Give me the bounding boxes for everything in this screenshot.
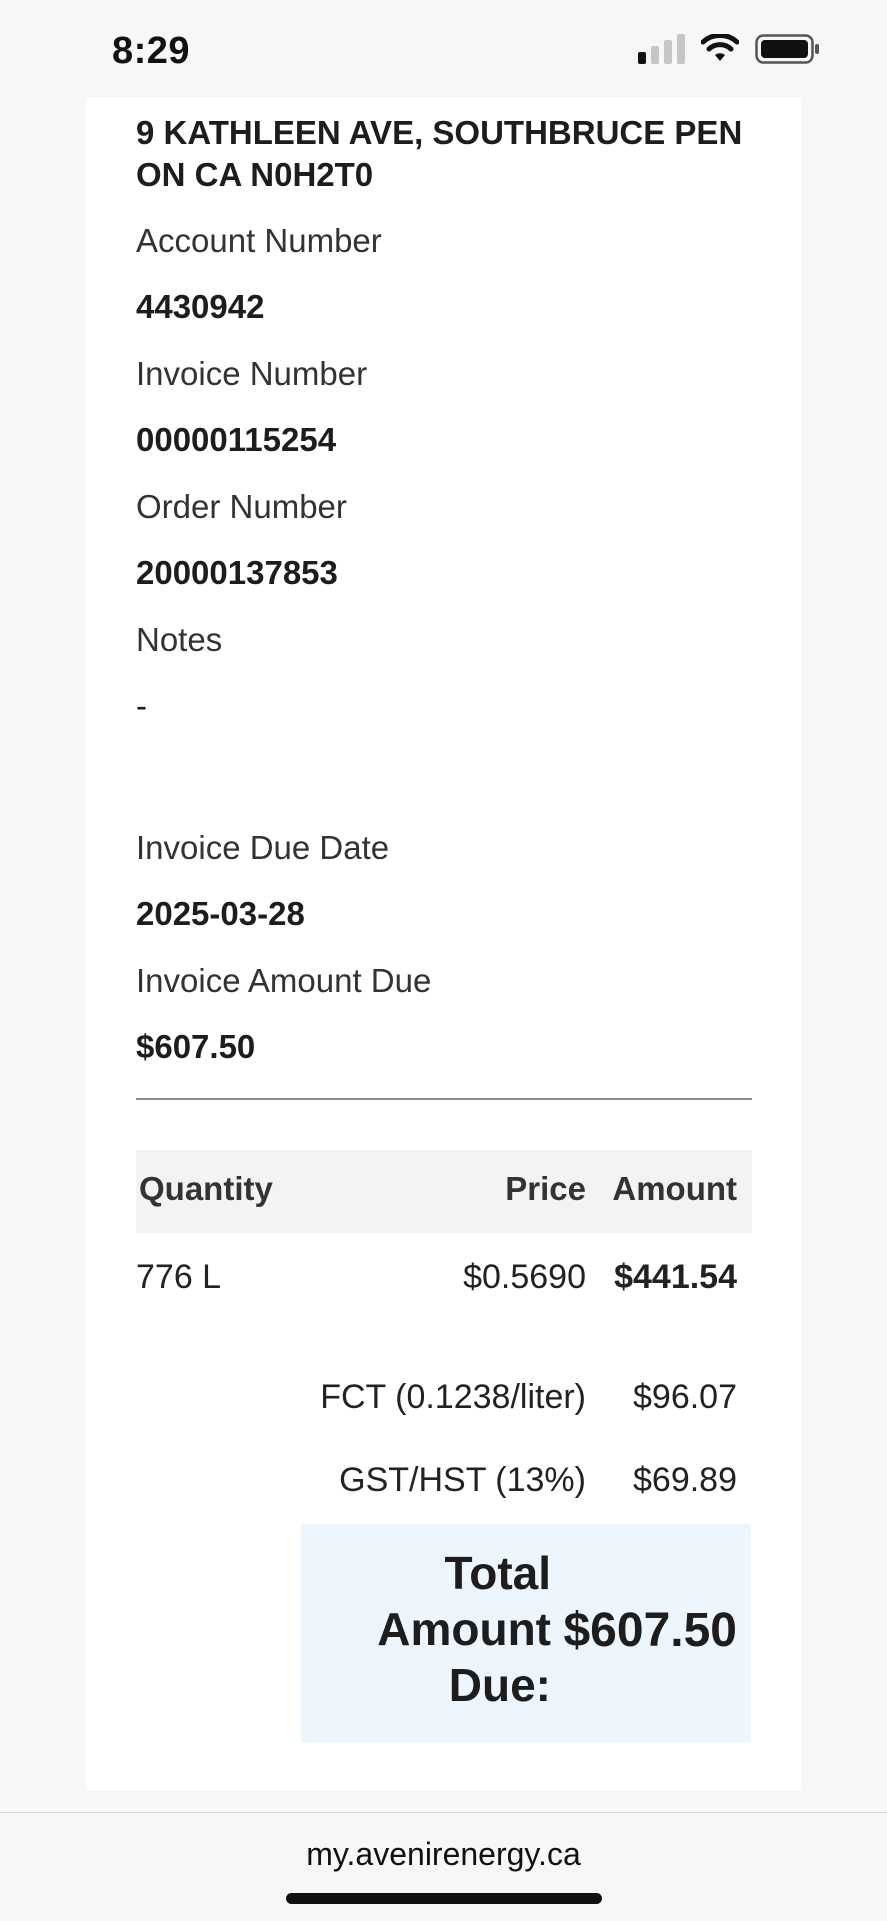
tax-label-gst-hst: GST/HST (13%) (339, 1461, 586, 1499)
browser-url[interactable]: my.avenirenergy.ca (0, 1836, 887, 1873)
due-date-value: 2025-03-28 (136, 895, 305, 932)
service-address: 9 KATHLEEN AVE, SOUTHBRUCE PEN ON CA N0H… (136, 114, 743, 193)
account-number-value: 4430942 (136, 288, 265, 325)
notes-value: - (136, 687, 147, 724)
row-amount: $441.54 (614, 1258, 737, 1296)
status-bar: 8:29 (0, 0, 887, 100)
account-number-label: Account Number (136, 222, 382, 259)
tax-value-gst-hst: $69.89 (633, 1461, 737, 1499)
status-time: 8:29 (112, 30, 191, 72)
home-indicator[interactable] (286, 1893, 602, 1904)
amount-due-label: Invoice Amount Due (136, 962, 432, 999)
total-amount-value: $607.50 (563, 1604, 737, 1657)
column-header-amount: Amount (612, 1170, 737, 1207)
wifi-icon (701, 34, 739, 61)
invoice-number-label: Invoice Number (136, 355, 368, 392)
row-quantity: 776 L (136, 1258, 222, 1296)
status-icons (638, 34, 821, 64)
section-divider (136, 1098, 752, 1100)
battery-icon (755, 34, 819, 64)
invoice-card: 9 KATHLEEN AVE, SOUTHBRUCE PEN ON CA N0H… (86, 98, 801, 1790)
total-amount-label: Total Amount Due: (377, 1547, 551, 1711)
column-header-quantity: Quantity (139, 1170, 273, 1207)
invoice-number-value: 00000115254 (136, 421, 337, 458)
notes-label: Notes (136, 621, 223, 658)
tax-label-fct: FCT (0.1238/liter) (320, 1378, 586, 1416)
order-number-label: Order Number (136, 488, 347, 525)
due-date-label: Invoice Due Date (136, 829, 390, 866)
amount-due-value: $607.50 (136, 1028, 256, 1065)
order-number-value: 20000137853 (136, 554, 338, 591)
cellular-signal-icon (638, 34, 685, 64)
tax-value-fct: $96.07 (633, 1378, 737, 1416)
column-header-price: Price (505, 1170, 586, 1207)
row-price: $0.5690 (463, 1258, 586, 1296)
